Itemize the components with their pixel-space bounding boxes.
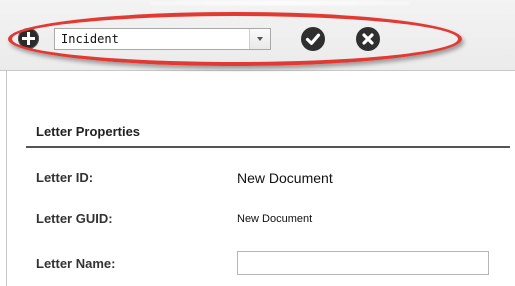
letter-id-label: Letter ID:: [36, 170, 94, 185]
add-icon[interactable]: [18, 28, 39, 49]
letter-name-label: Letter Name:: [36, 256, 116, 271]
section-title: Letter Properties: [36, 124, 141, 139]
letter-guid-label: Letter GUID:: [36, 211, 113, 226]
check-icon[interactable]: [301, 27, 325, 51]
letter-guid-value: New Document: [237, 213, 313, 225]
type-select[interactable]: Incident: [54, 28, 271, 50]
toolbar-divider: [0, 70, 515, 71]
letter-editor-page: Incident Letter Properties Letter ID: Ne…: [0, 0, 515, 286]
chevron-down-icon[interactable]: [249, 29, 270, 49]
section-divider: [26, 146, 510, 148]
letter-name-input[interactable]: [237, 251, 489, 275]
letter-id-value: New Document: [237, 170, 333, 186]
content-left-border: [6, 71, 7, 286]
toolbar-sheen: [150, 0, 410, 6]
close-icon[interactable]: [356, 27, 380, 51]
type-select-value: Incident: [61, 32, 119, 46]
